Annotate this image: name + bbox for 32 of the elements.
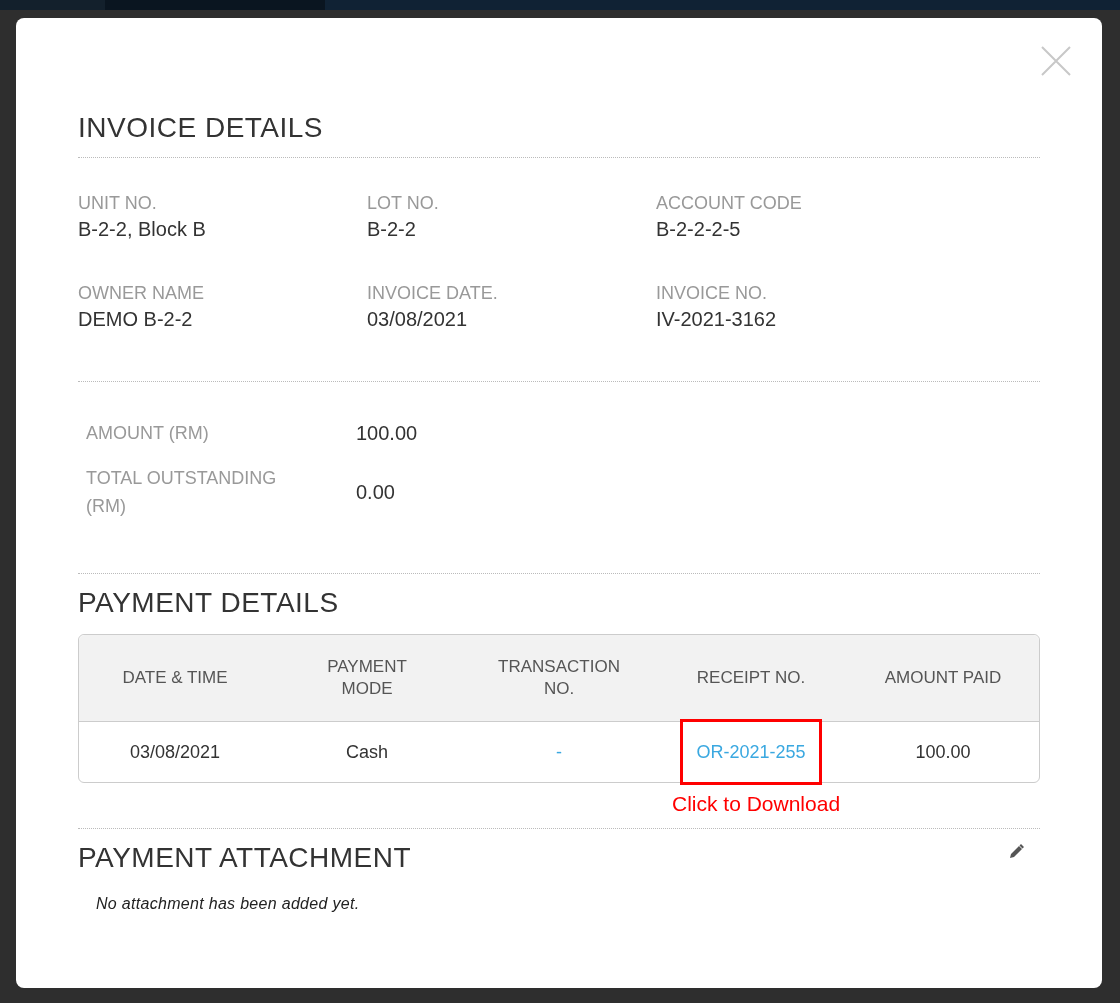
field-value: B-2-2 [367, 217, 416, 241]
field-value: DEMO B-2-2 [78, 307, 193, 331]
column-header: PAYMENT MODE [326, 656, 408, 700]
section-title: PAYMENT DETAILS [78, 586, 339, 620]
column-header: DATE & TIME [122, 667, 228, 689]
section-title: INVOICE DETAILS [78, 111, 324, 145]
amount-label: AMOUNT (RM) [86, 422, 210, 445]
field-label: ACCOUNT CODE [656, 193, 802, 213]
annotation-text: Click to Download [672, 792, 841, 816]
column-header: TRANSACTION NO. [497, 656, 621, 700]
receipt-link[interactable]: OR-2021-255 [696, 742, 806, 762]
field-label: OWNER NAME [78, 283, 204, 303]
amount-label: TOTAL OUTSTANDING (RM) [86, 467, 278, 518]
section-title: PAYMENT ATTACHMENT [78, 841, 412, 875]
column-header: AMOUNT PAID [884, 667, 1002, 689]
amount-value: 0.00 [356, 480, 395, 504]
amount-value: 100.00 [356, 421, 418, 445]
field-value: 03/08/2021 [367, 307, 468, 331]
field-value: B-2-2-2-5 [656, 217, 741, 241]
field-label: INVOICE DATE. [367, 283, 498, 303]
empty-message: No attachment has been added yet. [96, 894, 360, 914]
pencil-icon[interactable] [1007, 843, 1025, 861]
table-cell: 100.00 [915, 741, 971, 763]
field-value: IV-2021-3162 [656, 307, 777, 331]
table-cell: 03/08/2021 [129, 741, 221, 763]
column-header: RECEIPT NO. [696, 667, 806, 689]
table-cell: Cash [346, 741, 388, 763]
field-label: INVOICE NO. [656, 283, 767, 303]
field-label: LOT NO. [367, 193, 439, 213]
transaction-link[interactable]: - [556, 741, 562, 763]
field-value: B-2-2, Block B [78, 217, 206, 241]
field-label: UNIT NO. [78, 193, 157, 213]
